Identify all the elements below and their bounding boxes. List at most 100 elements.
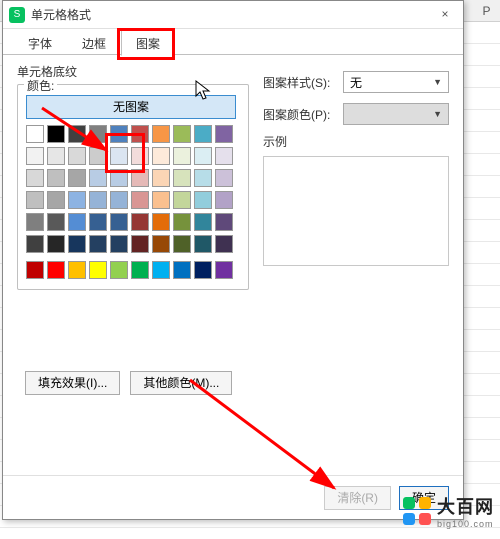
color-swatch[interactable] (173, 147, 191, 165)
color-swatch[interactable] (89, 147, 107, 165)
color-swatch[interactable] (194, 169, 212, 187)
color-swatch[interactable] (68, 235, 86, 253)
color-swatch[interactable] (26, 261, 44, 279)
chevron-down-icon: ▼ (433, 77, 442, 87)
watermark-logo-icon (403, 497, 431, 525)
color-swatch[interactable] (26, 125, 44, 143)
color-swatch[interactable] (68, 125, 86, 143)
color-swatch[interactable] (131, 261, 149, 279)
color-swatch[interactable] (194, 213, 212, 231)
color-swatch[interactable] (110, 147, 128, 165)
color-swatch[interactable] (152, 261, 170, 279)
color-swatch[interactable] (215, 169, 233, 187)
color-swatch[interactable] (194, 261, 212, 279)
color-swatch[interactable] (131, 213, 149, 231)
color-swatch[interactable] (68, 261, 86, 279)
color-swatch[interactable] (110, 261, 128, 279)
pattern-color-combo[interactable]: ▼ (343, 103, 449, 125)
color-swatch[interactable] (131, 235, 149, 253)
color-swatch[interactable] (47, 125, 65, 143)
color-swatch[interactable] (110, 191, 128, 209)
color-swatch[interactable] (89, 261, 107, 279)
cell-format-dialog: S 单元格格式 × 字体 边框 图案 单元格底纹 颜色: 无图案 图案样式(S)… (2, 0, 464, 520)
color-swatch[interactable] (68, 169, 86, 187)
fill-effects-button[interactable]: 填充效果(I)... (25, 371, 120, 395)
color-swatch[interactable] (131, 169, 149, 187)
watermark-text: 大百网 (437, 493, 494, 519)
color-swatch[interactable] (152, 213, 170, 231)
color-swatch[interactable] (89, 169, 107, 187)
color-swatch[interactable] (194, 191, 212, 209)
color-fieldset: 颜色: 无图案 (17, 84, 249, 290)
close-button[interactable]: × (433, 5, 457, 25)
color-swatch[interactable] (173, 191, 191, 209)
tab-font[interactable]: 字体 (13, 30, 67, 56)
color-swatch[interactable] (26, 191, 44, 209)
color-legend: 颜色: (24, 77, 57, 94)
preview-label: 示例 (263, 133, 449, 150)
right-column: 图案样式(S): 无 ▼ 图案颜色(P): ▼ 示例 (263, 69, 449, 266)
dialog-body: 单元格底纹 颜色: 无图案 图案样式(S): 无 ▼ 图案颜色(P): ▼ (3, 55, 463, 475)
column-header-p[interactable]: P (464, 0, 500, 22)
color-swatch[interactable] (215, 191, 233, 209)
titlebar: S 单元格格式 × (3, 1, 463, 29)
color-swatch[interactable] (26, 235, 44, 253)
color-swatch[interactable] (215, 261, 233, 279)
color-swatch[interactable] (68, 147, 86, 165)
color-swatch[interactable] (131, 125, 149, 143)
color-swatch[interactable] (47, 235, 65, 253)
color-swatch[interactable] (110, 213, 128, 231)
color-swatch[interactable] (173, 125, 191, 143)
color-swatch[interactable] (89, 213, 107, 231)
preview-box (263, 156, 449, 266)
color-swatch[interactable] (131, 191, 149, 209)
color-swatch[interactable] (47, 169, 65, 187)
color-swatch[interactable] (26, 147, 44, 165)
color-swatch[interactable] (215, 125, 233, 143)
app-icon: S (9, 7, 25, 23)
watermark-subtext: big100.com (437, 519, 494, 529)
color-swatch[interactable] (47, 261, 65, 279)
color-swatch[interactable] (152, 125, 170, 143)
color-swatch[interactable] (47, 191, 65, 209)
pattern-style-combo[interactable]: 无 ▼ (343, 71, 449, 93)
color-swatch[interactable] (152, 169, 170, 187)
color-swatch[interactable] (152, 147, 170, 165)
color-swatch[interactable] (47, 147, 65, 165)
color-swatch[interactable] (173, 169, 191, 187)
color-swatch[interactable] (26, 213, 44, 231)
color-swatch[interactable] (110, 235, 128, 253)
dialog-footer: 清除(R) 确定 (3, 475, 463, 519)
color-swatch[interactable] (215, 235, 233, 253)
no-pattern-button[interactable]: 无图案 (26, 95, 236, 119)
color-swatch[interactable] (68, 191, 86, 209)
more-colors-button[interactable]: 其他颜色(M)... (130, 371, 232, 395)
color-swatch[interactable] (68, 213, 86, 231)
tab-pattern[interactable]: 图案 (121, 30, 175, 56)
color-swatch[interactable] (131, 147, 149, 165)
color-swatch[interactable] (173, 235, 191, 253)
color-swatch[interactable] (110, 125, 128, 143)
color-swatch[interactable] (152, 191, 170, 209)
color-swatch[interactable] (194, 125, 212, 143)
color-swatch[interactable] (110, 169, 128, 187)
color-swatch[interactable] (194, 147, 212, 165)
color-swatch[interactable] (173, 213, 191, 231)
color-swatch[interactable] (152, 235, 170, 253)
color-swatch[interactable] (89, 191, 107, 209)
pattern-style-label: 图案样式(S): (263, 74, 343, 91)
color-swatch[interactable] (89, 125, 107, 143)
dialog-title: 单元格格式 (31, 6, 433, 23)
color-swatch[interactable] (194, 235, 212, 253)
chevron-down-icon: ▼ (433, 109, 442, 119)
tab-border[interactable]: 边框 (67, 30, 121, 56)
color-swatch[interactable] (173, 261, 191, 279)
tab-bar: 字体 边框 图案 (3, 29, 463, 55)
color-swatch[interactable] (47, 213, 65, 231)
color-swatch[interactable] (215, 147, 233, 165)
color-swatch[interactable] (215, 213, 233, 231)
pattern-color-label: 图案颜色(P): (263, 106, 343, 123)
color-swatch[interactable] (26, 169, 44, 187)
clear-button[interactable]: 清除(R) (324, 486, 391, 510)
color-swatch[interactable] (89, 235, 107, 253)
